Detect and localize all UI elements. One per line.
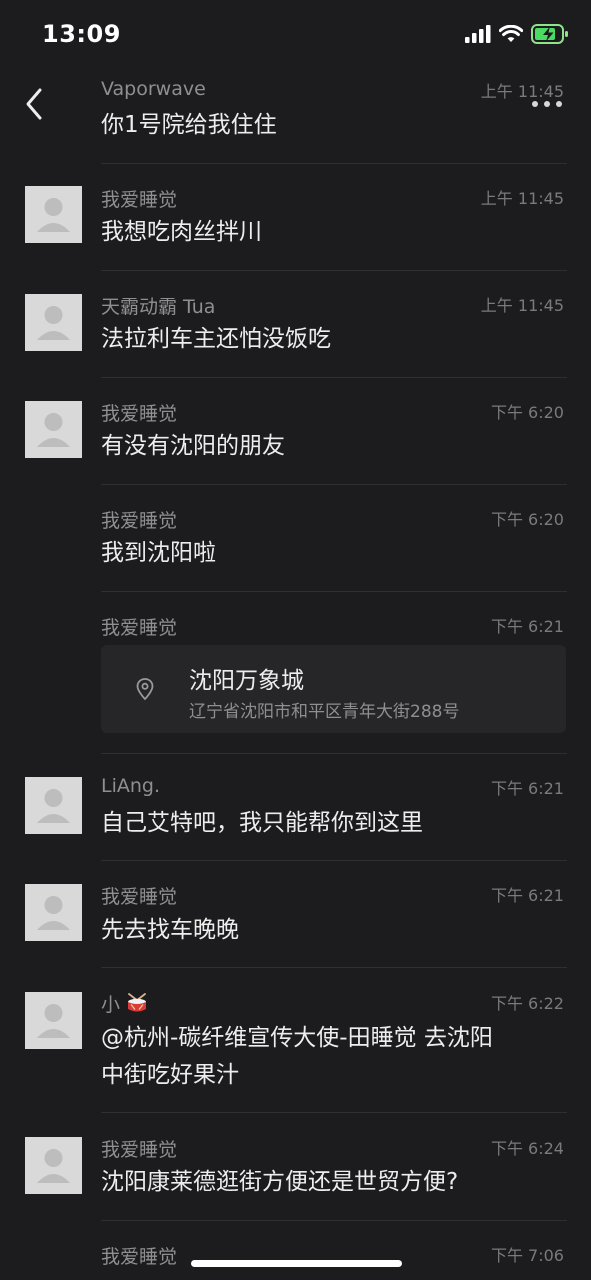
home-indicator[interactable] <box>191 1260 402 1267</box>
message-time: 下午 7:06 <box>490 1246 564 1265</box>
message-item[interactable]: 我爱睡觉 下午 7:06 <box>0 0 591 1280</box>
message-sender: 我爱睡觉 <box>101 1246 178 1268</box>
